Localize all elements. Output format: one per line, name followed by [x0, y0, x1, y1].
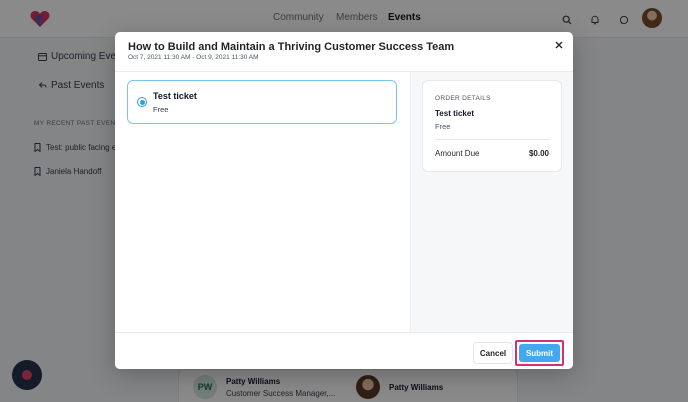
ticket-option[interactable]: Test ticket Free — [127, 80, 397, 124]
divider — [435, 139, 550, 140]
order-summary-pane: ORDER DETAILS Test ticket Free Amount Du… — [410, 72, 573, 333]
modal-body: Test ticket Free ORDER DETAILS Test tick… — [115, 71, 573, 333]
close-icon[interactable] — [552, 38, 566, 52]
ticket-checkout-modal: How to Build and Maintain a Thriving Cus… — [115, 32, 573, 369]
order-ticket-name: Test ticket — [435, 109, 474, 118]
ticket-selection-pane: Test ticket Free — [115, 72, 410, 333]
modal-title: How to Build and Maintain a Thriving Cus… — [128, 41, 455, 53]
order-details-heading: ORDER DETAILS — [435, 95, 491, 102]
modal-footer: Cancel Submit — [115, 332, 573, 369]
submit-button[interactable]: Submit — [519, 344, 560, 362]
order-details-card: ORDER DETAILS Test ticket Free Amount Du… — [422, 80, 562, 172]
submit-highlight-box: Submit — [515, 340, 564, 366]
cancel-button[interactable]: Cancel — [473, 342, 513, 364]
amount-due-label: Amount Due — [435, 149, 480, 158]
event-date-range: Oct 7, 2021 11:30 AM - Oct 9, 2021 11:30… — [128, 54, 259, 61]
ticket-price: Free — [153, 105, 169, 114]
radio-selected-dot — [139, 99, 145, 105]
order-ticket-price: Free — [435, 122, 451, 131]
ticket-radio[interactable] — [137, 97, 147, 107]
ticket-name: Test ticket — [153, 91, 197, 101]
amount-due-value: $0.00 — [528, 149, 549, 158]
